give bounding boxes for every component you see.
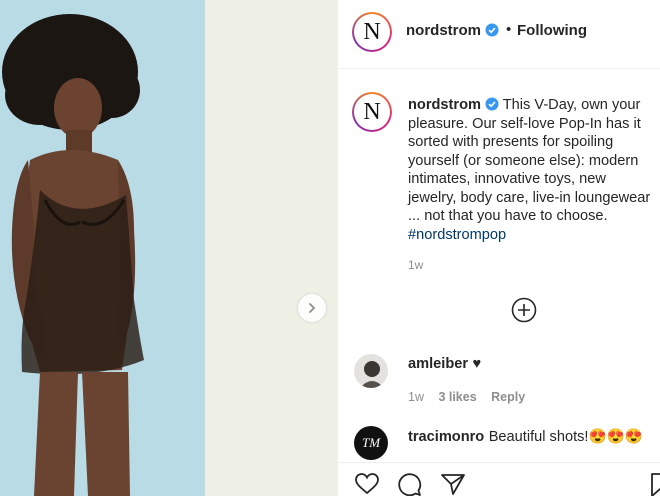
avatar-inner: N: [354, 14, 390, 50]
reply-button[interactable]: Reply: [491, 390, 525, 404]
caption-username[interactable]: nordstrom: [408, 97, 481, 113]
comment-username[interactable]: amleiber: [408, 356, 468, 372]
header-username[interactable]: nordstrom: [406, 22, 499, 39]
comment-likes[interactable]: 3 likes: [438, 390, 476, 404]
post-action-bar: [338, 462, 660, 496]
comment-age[interactable]: 1w: [408, 390, 424, 404]
comment-bubble-icon[interactable]: [397, 472, 423, 496]
next-photo-button[interactable]: [298, 294, 326, 322]
avatar-photo: [354, 354, 388, 388]
commenter-avatar[interactable]: [354, 354, 388, 388]
caption-avatar-inner: N: [354, 94, 390, 130]
caption-text: jewelry, body care, live-in loungewear: [408, 189, 651, 206]
plus-circle-icon[interactable]: [511, 297, 537, 323]
following-button[interactable]: Following: [517, 22, 587, 39]
chevron-right-icon: [309, 303, 316, 313]
paper-plane-icon[interactable]: [440, 472, 466, 496]
post-photo[interactable]: [0, 0, 337, 496]
avatar-logo-letter: N: [363, 18, 381, 45]
caption-text: pleasure. Our self-love Pop-In has it: [408, 115, 641, 132]
caption-line-1: nordstrom This V-Day, own your: [408, 96, 660, 115]
model-figure-image: [2, 14, 144, 496]
comment-text: Beautiful shots!😍😍😍: [488, 429, 643, 445]
caption-text: This V-Day, own your: [502, 97, 641, 113]
caption-text: sorted with presents for spoiling: [408, 134, 614, 150]
bookmark-icon[interactable]: [650, 472, 660, 496]
caption-text: ... not that you have to choose.: [408, 208, 608, 224]
verified-badge-icon: [485, 97, 499, 111]
heart-icon[interactable]: [354, 472, 380, 496]
caption-avatar-letter: N: [363, 98, 381, 125]
caption-avatar[interactable]: N: [352, 92, 392, 132]
comment-item: amleiber ♥ 1w 3 likes Reply: [354, 354, 660, 404]
header-username-text[interactable]: nordstrom: [406, 22, 481, 39]
post-header: N nordstrom • Following: [338, 0, 660, 69]
caption-text: yourself (or someone else): modern: [408, 152, 639, 169]
comment-body: amleiber ♥: [408, 355, 481, 373]
hashtag-link[interactable]: #nordstrompop: [408, 226, 660, 245]
avatar-monogram: TM: [361, 435, 381, 450]
account-avatar[interactable]: N: [352, 12, 392, 52]
comment-text: ♥: [472, 356, 482, 372]
comment-item: TM tracimonro Beautiful shots!😍😍😍: [354, 426, 660, 462]
comment-meta: 1w 3 likes Reply: [408, 388, 525, 406]
commenter-avatar[interactable]: TM: [354, 426, 388, 460]
post-side-panel: N nordstrom • Following N nordstrom This…: [338, 0, 660, 496]
separator-dot: •: [506, 21, 512, 38]
comment-body: tracimonro Beautiful shots!😍😍😍: [408, 427, 643, 446]
verified-badge-icon: [485, 23, 499, 37]
caption-text: intimates, innovative toys, new: [408, 171, 606, 187]
post-timestamp[interactable]: 1w: [408, 258, 423, 272]
comment-username[interactable]: tracimonro: [408, 429, 484, 445]
post-caption: nordstrom This V-Day, own your pleasure.…: [408, 96, 660, 244]
